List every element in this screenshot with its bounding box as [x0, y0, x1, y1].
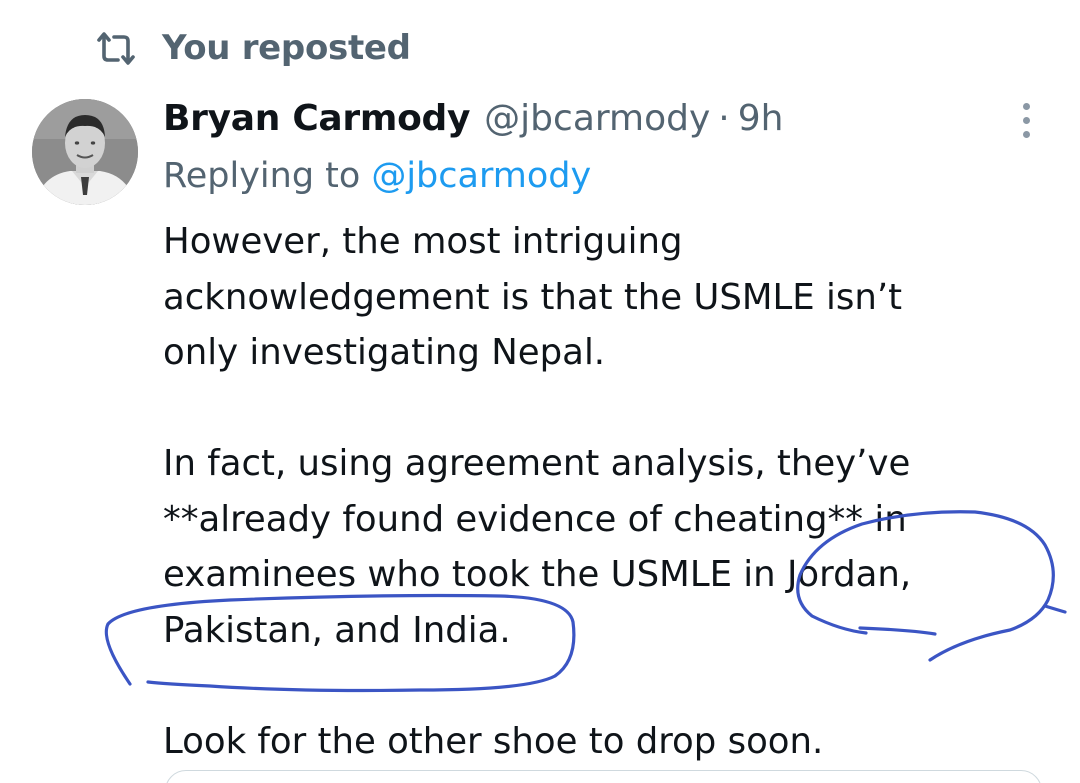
tweet-line: only investigating Nepal.: [163, 332, 606, 373]
tweet-screen: You reposted Bryan Carmody @jbcarmody · …: [0, 0, 1080, 783]
author-name[interactable]: Bryan Carmody: [163, 98, 470, 139]
separator-dot: ·: [718, 97, 730, 139]
tweet-body: However, the most intriguing acknowledge…: [163, 214, 1043, 769]
repost-indicator[interactable]: You reposted: [94, 22, 411, 74]
more-options-button[interactable]: [1006, 98, 1046, 142]
reply-handle-link[interactable]: @jbcarmody: [371, 156, 591, 196]
reply-composer-edge: [165, 770, 1042, 783]
author-handle[interactable]: @jbcarmody: [484, 98, 710, 139]
tweet-line: acknowledgement is that the USMLE isn’t: [163, 276, 903, 318]
tweet-line: However, the most intriguing: [163, 221, 683, 262]
tweet-line: examinees who took the USMLE in Jordan,: [163, 554, 912, 595]
tweet-line: Pakistan, and India.: [163, 609, 511, 651]
tweet-line: In fact, using agreement analysis, they’…: [163, 443, 911, 484]
tweet-line: Look for the other shoe to drop soon.: [163, 720, 824, 762]
replying-to-label: Replying to: [163, 156, 361, 196]
tweet-line: **already found evidence of cheating** i…: [163, 498, 907, 540]
more-options-icon: [1022, 102, 1030, 110]
avatar[interactable]: [32, 99, 138, 205]
repost-icon: [94, 26, 138, 70]
replying-to: Replying to @jbcarmody: [163, 151, 591, 201]
repost-label: You reposted: [162, 28, 411, 68]
tweet-timestamp[interactable]: 9h: [738, 98, 784, 139]
tweet-header: Bryan Carmody @jbcarmody · 9h: [163, 92, 783, 144]
